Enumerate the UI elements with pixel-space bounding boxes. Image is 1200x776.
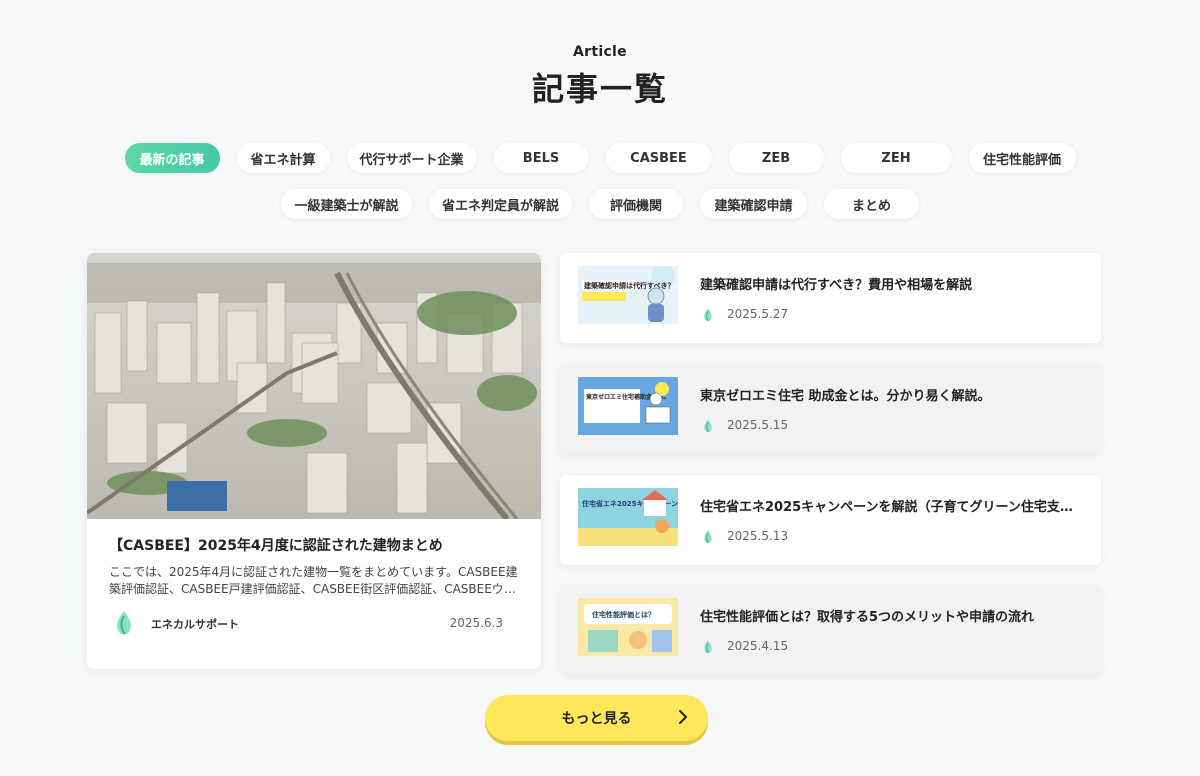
article-date: 2025.5.15	[727, 418, 789, 432]
tab-casbee[interactable]: CASBEE	[605, 143, 712, 173]
article-card[interactable]: 住宅省エネ2025キャンペーン 住宅省エネ2025キャンペーンを解説（子育てグリ…	[560, 475, 1101, 565]
category-tabs-row-2: 一級建築士が解説 省エネ判定員が解説 評価機関 建築確認申請 まとめ	[0, 189, 1200, 219]
article-card[interactable]: 建築確認申請は代行すべき？ 建築確認申請は代行すべき？費用や相場を解説 2025…	[560, 253, 1101, 343]
tab-latest[interactable]: 最新の記事	[124, 143, 220, 173]
article-thumbnail: 住宅省エネ2025キャンペーン	[578, 488, 678, 546]
page-title: 記事一覧	[531, 70, 668, 108]
tab-building-confirmation[interactable]: 建築確認申請	[700, 189, 807, 219]
featured-article-date: 2025.6.3	[449, 616, 503, 630]
article-thumbnail: 建築確認申請は代行すべき？	[578, 266, 678, 324]
thumbnail-text: 建築確認申請は代行すべき？	[584, 281, 675, 290]
thumbnail-text: 住宅性能評価とは？	[592, 610, 655, 619]
category-tabs-row-1: 最新の記事 省エネ計算 代行サポート企業 BELS CASBEE ZEB ZEH…	[0, 143, 1200, 173]
tab-housing-performance[interactable]: 住宅性能評価	[968, 143, 1076, 173]
tab-first-class-architect[interactable]: 一級建築士が解説	[281, 189, 412, 219]
tab-summary[interactable]: まとめ	[824, 189, 919, 219]
drop-leaf-icon	[702, 529, 714, 544]
article-title: 建築確認申請は代行すべき？費用や相場を解説	[700, 278, 973, 293]
chevron-right-icon	[678, 708, 688, 726]
featured-article-title: 【CASBEE】2025年4月度に認証された建物まとめ	[109, 538, 443, 554]
drop-leaf-icon	[702, 639, 714, 654]
article-title: 東京ゼロエミ住宅 助成金とは。分かり易く解説。	[700, 389, 991, 404]
tab-zeh[interactable]: ZEH	[840, 143, 952, 173]
drop-leaf-icon	[702, 307, 714, 322]
tab-energy-judge[interactable]: 省エネ判定員が解説	[429, 189, 572, 219]
article-thumbnail: 住宅性能評価とは？	[578, 598, 678, 656]
article-date: 2025.4.15	[727, 639, 789, 653]
featured-article-author: エネカルサポート	[151, 618, 239, 631]
more-button-label: もっと見る	[561, 711, 632, 727]
featured-article-image	[87, 253, 541, 519]
featured-article-card[interactable]: 【CASBEE】2025年4月度に認証された建物まとめ ここでは、2025年4月…	[87, 253, 541, 669]
article-date: 2025.5.13	[727, 529, 789, 543]
article-date: 2025.5.27	[727, 307, 789, 321]
article-title: 住宅省エネ2025キャンペーンを解説（子育てグリーン住宅支援事業）	[700, 500, 1085, 515]
tab-energy-calc[interactable]: 省エネ計算	[236, 143, 330, 173]
more-button[interactable]: もっと見る	[485, 695, 708, 741]
drop-leaf-icon	[702, 418, 714, 433]
drop-leaf-icon	[113, 610, 135, 636]
article-thumbnail: 東京ゼロエミ住宅補助金とは。	[578, 377, 678, 435]
article-card[interactable]: 東京ゼロエミ住宅補助金とは。 東京ゼロエミ住宅 助成金とは。分かり易く解説。 2…	[560, 364, 1101, 454]
section-eyebrow: Article	[573, 44, 627, 60]
featured-article-excerpt: ここでは、2025年4月に認証された建物一覧をまとめています。CASBEE建築評…	[109, 565, 518, 596]
tab-evaluation-agency[interactable]: 評価機関	[589, 189, 683, 219]
article-title: 住宅性能評価とは？取得する5つのメリットや申請の流れ	[700, 610, 1035, 625]
article-card[interactable]: 住宅性能評価とは？ 住宅性能評価とは？取得する5つのメリットや申請の流れ 202…	[560, 585, 1101, 675]
tab-bels[interactable]: BELS	[493, 143, 589, 173]
tab-zeb[interactable]: ZEB	[728, 143, 824, 173]
tab-agency-support[interactable]: 代行サポート企業	[346, 143, 477, 173]
